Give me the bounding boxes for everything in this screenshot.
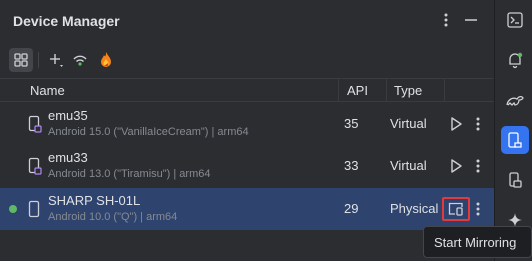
device-type: Virtual bbox=[390, 116, 427, 131]
device-name: emu35 bbox=[48, 108, 88, 123]
title-bar: Device Manager bbox=[0, 0, 494, 40]
device-name: emu33 bbox=[48, 150, 88, 165]
device-details: Android 10.0 ("Q") | arm64 bbox=[48, 211, 178, 223]
start-mirroring-tooltip: Start Mirroring bbox=[423, 226, 532, 258]
device-api-level: 35 bbox=[344, 116, 359, 131]
device-manager-icon[interactable] bbox=[501, 126, 529, 154]
device-grid-icon[interactable] bbox=[9, 48, 33, 72]
toolbar bbox=[0, 46, 494, 74]
gradle-icon[interactable] bbox=[501, 86, 529, 114]
panel-title: Device Manager bbox=[13, 13, 120, 29]
device-row-emu35[interactable]: emu35 Android 15.0 ("VanillaIceCream") |… bbox=[0, 103, 494, 145]
terminal-icon[interactable] bbox=[501, 6, 529, 34]
device-row-sharp-sh-01l[interactable]: SHARP SH-01L Android 10.0 ("Q") | arm64 … bbox=[0, 188, 494, 230]
column-name-header[interactable]: Name bbox=[30, 83, 65, 98]
row-more-icon[interactable] bbox=[472, 200, 484, 218]
physical-device-icon bbox=[28, 200, 40, 223]
device-row-emu33[interactable]: emu33 Android 13.0 ("Tiramisu") | arm64 … bbox=[0, 145, 494, 187]
column-api-header[interactable]: API bbox=[347, 83, 368, 98]
row-more-icon[interactable] bbox=[472, 115, 484, 133]
online-status-dot bbox=[9, 205, 17, 213]
add-icon[interactable] bbox=[44, 48, 68, 72]
table-header: Name API Type bbox=[0, 78, 494, 102]
running-devices-icon[interactable] bbox=[501, 166, 529, 194]
start-mirroring-icon[interactable] bbox=[442, 197, 470, 221]
device-api-level: 33 bbox=[344, 158, 359, 173]
device-details: Android 15.0 ("VanillaIceCream") | arm64 bbox=[48, 126, 249, 138]
firebase-icon[interactable] bbox=[94, 48, 118, 72]
options-menu-icon[interactable] bbox=[438, 11, 454, 29]
wifi-pair-icon[interactable] bbox=[68, 48, 92, 72]
device-type: Virtual bbox=[390, 158, 427, 173]
start-device-icon[interactable] bbox=[448, 157, 464, 175]
toolbar-separator bbox=[38, 52, 39, 68]
column-divider bbox=[386, 79, 387, 101]
device-type: Physical bbox=[390, 201, 439, 216]
column-divider bbox=[444, 79, 445, 101]
column-divider bbox=[338, 79, 339, 101]
row-more-icon[interactable] bbox=[472, 157, 484, 175]
device-name: SHARP SH-01L bbox=[48, 193, 141, 208]
start-device-icon[interactable] bbox=[448, 115, 464, 133]
virtual-device-icon bbox=[28, 115, 42, 138]
virtual-device-icon bbox=[28, 157, 42, 180]
notifications-icon[interactable] bbox=[501, 46, 529, 74]
right-tool-window-strip bbox=[494, 0, 532, 261]
minimize-icon[interactable] bbox=[462, 11, 480, 29]
device-details: Android 13.0 ("Tiramisu") | arm64 bbox=[48, 168, 211, 180]
column-type-header[interactable]: Type bbox=[394, 83, 422, 98]
device-manager-panel: Device Manager Name API Type emu35 Andro… bbox=[0, 0, 494, 261]
device-api-level: 29 bbox=[344, 201, 359, 216]
